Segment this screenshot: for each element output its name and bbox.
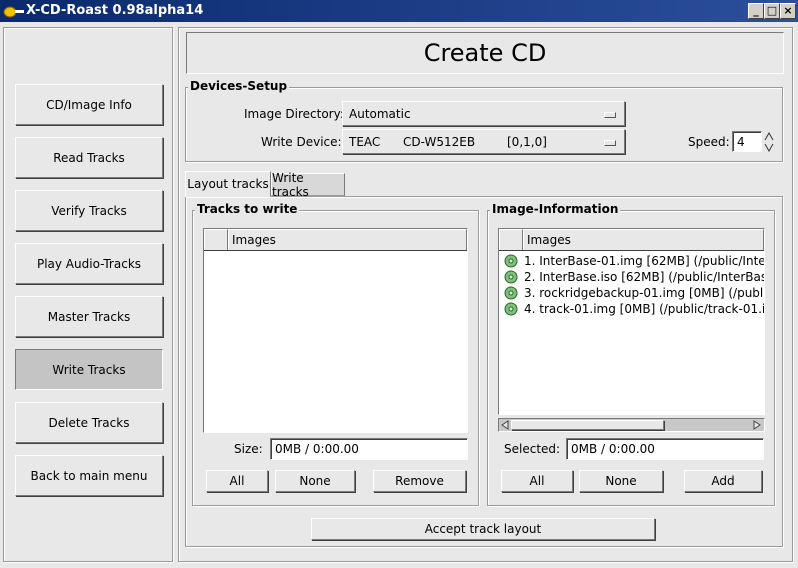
page-title: Create CD [186, 32, 784, 74]
tracks-to-write-label: Tracks to write [195, 202, 300, 216]
all-button[interactable]: All [206, 470, 268, 492]
selected-field: 0MB / 0:00.00 [566, 438, 764, 460]
image-directory-value: Automatic [349, 106, 411, 121]
speed-label: Speed: [688, 135, 730, 149]
none-button[interactable]: None [275, 470, 355, 492]
image-item-label: 1. InterBase-01.img [62MB] (/public/Inte… [524, 254, 765, 268]
minimize-button[interactable]: _ [748, 3, 764, 19]
image-information-label: Image-Information [490, 202, 621, 216]
cd-icon [504, 270, 518, 284]
devices-setup-label: Devices-Setup [188, 79, 290, 93]
list-header-blank [204, 229, 228, 250]
list-item[interactable]: 1. InterBase-01.img [62MB] (/public/Inte… [499, 253, 764, 269]
accept-track-layout-button[interactable]: Accept track layout [311, 518, 655, 540]
cd-icon [504, 302, 518, 316]
sidebar-item-play-audio-tracks[interactable]: Play Audio-Tracks [15, 243, 163, 284]
list-header-blank [499, 229, 523, 250]
write-device-model: CD-W512EB [403, 134, 476, 149]
scroll-left-icon[interactable] [500, 420, 510, 430]
write-device-vendor: TEAC [349, 134, 381, 149]
cd-icon [504, 286, 518, 300]
app-icon [3, 6, 24, 18]
sidebar-item-cd-image-info[interactable]: CD/Image Info [15, 84, 163, 125]
list-item[interactable]: 4. track-01.img [0MB] (/public/track-01.… [499, 301, 764, 317]
speed-input[interactable]: 4 [732, 131, 762, 152]
size-label: Size: [234, 442, 263, 456]
list-header-images[interactable]: Images [228, 229, 467, 250]
speed-spinner-icon[interactable] [764, 131, 774, 153]
list-item[interactable]: 3. rockridgebackup-01.img [0MB] (/public… [499, 285, 764, 301]
remove-button[interactable]: Remove [373, 470, 466, 492]
tab-layout-tracks[interactable]: Layout tracks [185, 171, 271, 197]
image-information-list[interactable]: Images 1. InterBase-01.img [62MB] (/publ… [498, 228, 765, 415]
sidebar-item-back-to-main[interactable]: Back to main menu [15, 455, 163, 496]
add-button[interactable]: Add [684, 470, 762, 492]
title-bar[interactable]: X-CD-Roast 0.98alpha14 _ □ × [0, 0, 798, 22]
sidebar-item-verify-tracks[interactable]: Verify Tracks [15, 190, 163, 231]
sidebar-item-delete-tracks[interactable]: Delete Tracks [15, 402, 163, 443]
sidebar-item-write-tracks[interactable]: Write Tracks [15, 349, 163, 390]
scroll-right-icon[interactable] [752, 420, 762, 430]
scrollbar-thumb[interactable] [511, 420, 664, 430]
selected-label: Selected: [504, 442, 561, 456]
horizontal-scrollbar[interactable] [498, 418, 765, 432]
sidebar-item-read-tracks[interactable]: Read Tracks [15, 137, 163, 178]
list-header[interactable]: Images [204, 229, 467, 251]
image-item-label: 4. track-01.img [0MB] (/public/track-01.… [524, 302, 765, 316]
window-title: X-CD-Roast 0.98alpha14 [26, 3, 204, 18]
all-button[interactable]: All [501, 470, 573, 492]
sidebar-item-master-tracks[interactable]: Master Tracks [15, 296, 163, 337]
cd-icon [504, 254, 518, 268]
dropdown-indicator-icon [604, 140, 616, 146]
image-item-label: 3. rockridgebackup-01.img [0MB] (/public… [524, 286, 765, 300]
write-device-label: Write Device: [261, 135, 342, 149]
close-button[interactable]: × [780, 3, 796, 19]
write-device-id: [0,1,0] [507, 134, 547, 149]
none-button[interactable]: None [579, 470, 663, 492]
list-header-images[interactable]: Images [523, 229, 764, 250]
write-device-select[interactable]: TEAC CD-W512EB [0,1,0] [342, 129, 625, 154]
image-directory-label: Image Directory: [244, 107, 344, 121]
list-header[interactable]: Images [499, 229, 764, 251]
list-item[interactable]: 2. InterBase.iso [62MB] (/public/InterBa… [499, 269, 764, 285]
image-directory-select[interactable]: Automatic [342, 101, 625, 126]
maximize-button[interactable]: □ [764, 3, 780, 19]
tracks-to-write-list[interactable]: Images [203, 228, 468, 433]
dropdown-indicator-icon [604, 112, 616, 118]
size-field: 0MB / 0:00.00 [270, 438, 468, 460]
tab-write-tracks[interactable]: Write tracks [271, 171, 345, 199]
image-item-label: 2. InterBase.iso [62MB] (/public/InterBa… [524, 270, 765, 284]
